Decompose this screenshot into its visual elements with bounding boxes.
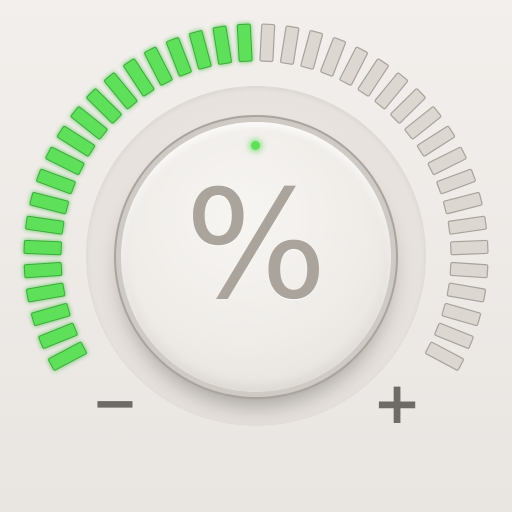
gauge-segment-active bbox=[189, 30, 212, 70]
gauge-segment-inactive bbox=[436, 168, 476, 195]
gauge-segment-active bbox=[212, 25, 232, 65]
gauge-segment-active bbox=[25, 215, 65, 235]
gauge-segment-inactive bbox=[449, 261, 489, 279]
knob-indicator-light bbox=[251, 141, 260, 150]
gauge-segment-inactive bbox=[447, 215, 487, 235]
gauge-segment-active bbox=[36, 168, 76, 195]
gauge-segment-inactive bbox=[441, 302, 482, 327]
increase-button[interactable]: + bbox=[372, 369, 422, 437]
gauge-segment-inactive bbox=[442, 191, 483, 215]
gauge-segment-inactive bbox=[279, 25, 300, 65]
gauge-segment-inactive bbox=[300, 30, 324, 70]
gauge-segment-inactive bbox=[259, 23, 276, 63]
gauge-segment-active bbox=[30, 303, 71, 326]
gauge-segment-active bbox=[25, 282, 66, 303]
gauge-segment-active bbox=[38, 322, 78, 349]
decrease-button[interactable]: − bbox=[90, 371, 140, 436]
gauge-segment-active bbox=[48, 341, 87, 371]
gauge-segment-active bbox=[23, 261, 63, 279]
gauge-segment-active bbox=[236, 23, 253, 63]
percent-icon: % bbox=[184, 159, 328, 333]
gauge-segment-inactive bbox=[434, 322, 474, 349]
gauge-segment-inactive bbox=[446, 282, 487, 303]
gauge-segment-active bbox=[23, 239, 62, 256]
gauge-segment-active bbox=[166, 37, 192, 77]
gauge-segment-inactive bbox=[320, 37, 347, 77]
gauge-segment-active bbox=[29, 192, 69, 215]
gauge-segment-inactive bbox=[425, 341, 464, 371]
gauge-segment-inactive bbox=[450, 239, 489, 256]
